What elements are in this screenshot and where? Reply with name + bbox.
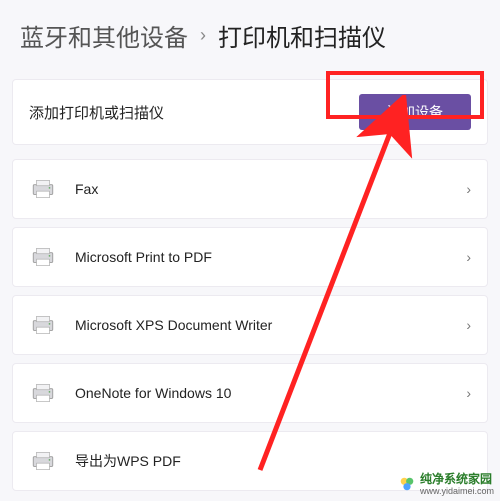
watermark: 纯净系统家园 www.yidaimei.com [398,472,494,497]
chevron-right-icon: › [466,317,471,333]
printer-icon [29,314,57,336]
device-name: 导出为WPS PDF [75,451,471,471]
watermark-site: 纯净系统家园 [420,472,494,486]
breadcrumb-parent[interactable]: 蓝牙和其他设备 [20,18,188,53]
add-device-button[interactable]: 添加设备 [359,94,471,130]
chevron-right-icon: › [466,181,471,197]
device-row[interactable]: OneNote for Windows 10 › [12,363,488,423]
device-name: OneNote for Windows 10 [75,385,466,401]
device-row[interactable]: Microsoft XPS Document Writer › [12,295,488,355]
chevron-right-icon: › [200,25,206,46]
device-row[interactable]: Microsoft Print to PDF › [12,227,488,287]
chevron-right-icon: › [466,385,471,401]
printer-icon [29,178,57,200]
add-printer-label: 添加打印机或扫描仪 [29,102,359,123]
device-row[interactable]: Fax › [12,159,488,219]
breadcrumb-current: 打印机和扫描仪 [218,18,386,53]
add-printer-row: 添加打印机或扫描仪 添加设备 [12,79,488,145]
logo-icon [398,475,416,493]
printer-icon [29,382,57,404]
printer-icon [29,450,57,472]
device-name: Microsoft Print to PDF [75,249,466,265]
watermark-url: www.yidaimei.com [420,486,494,497]
breadcrumb: 蓝牙和其他设备 › 打印机和扫描仪 [0,0,500,75]
chevron-right-icon: › [466,249,471,265]
printer-icon [29,246,57,268]
device-name: Fax [75,181,466,197]
device-name: Microsoft XPS Document Writer [75,317,466,333]
